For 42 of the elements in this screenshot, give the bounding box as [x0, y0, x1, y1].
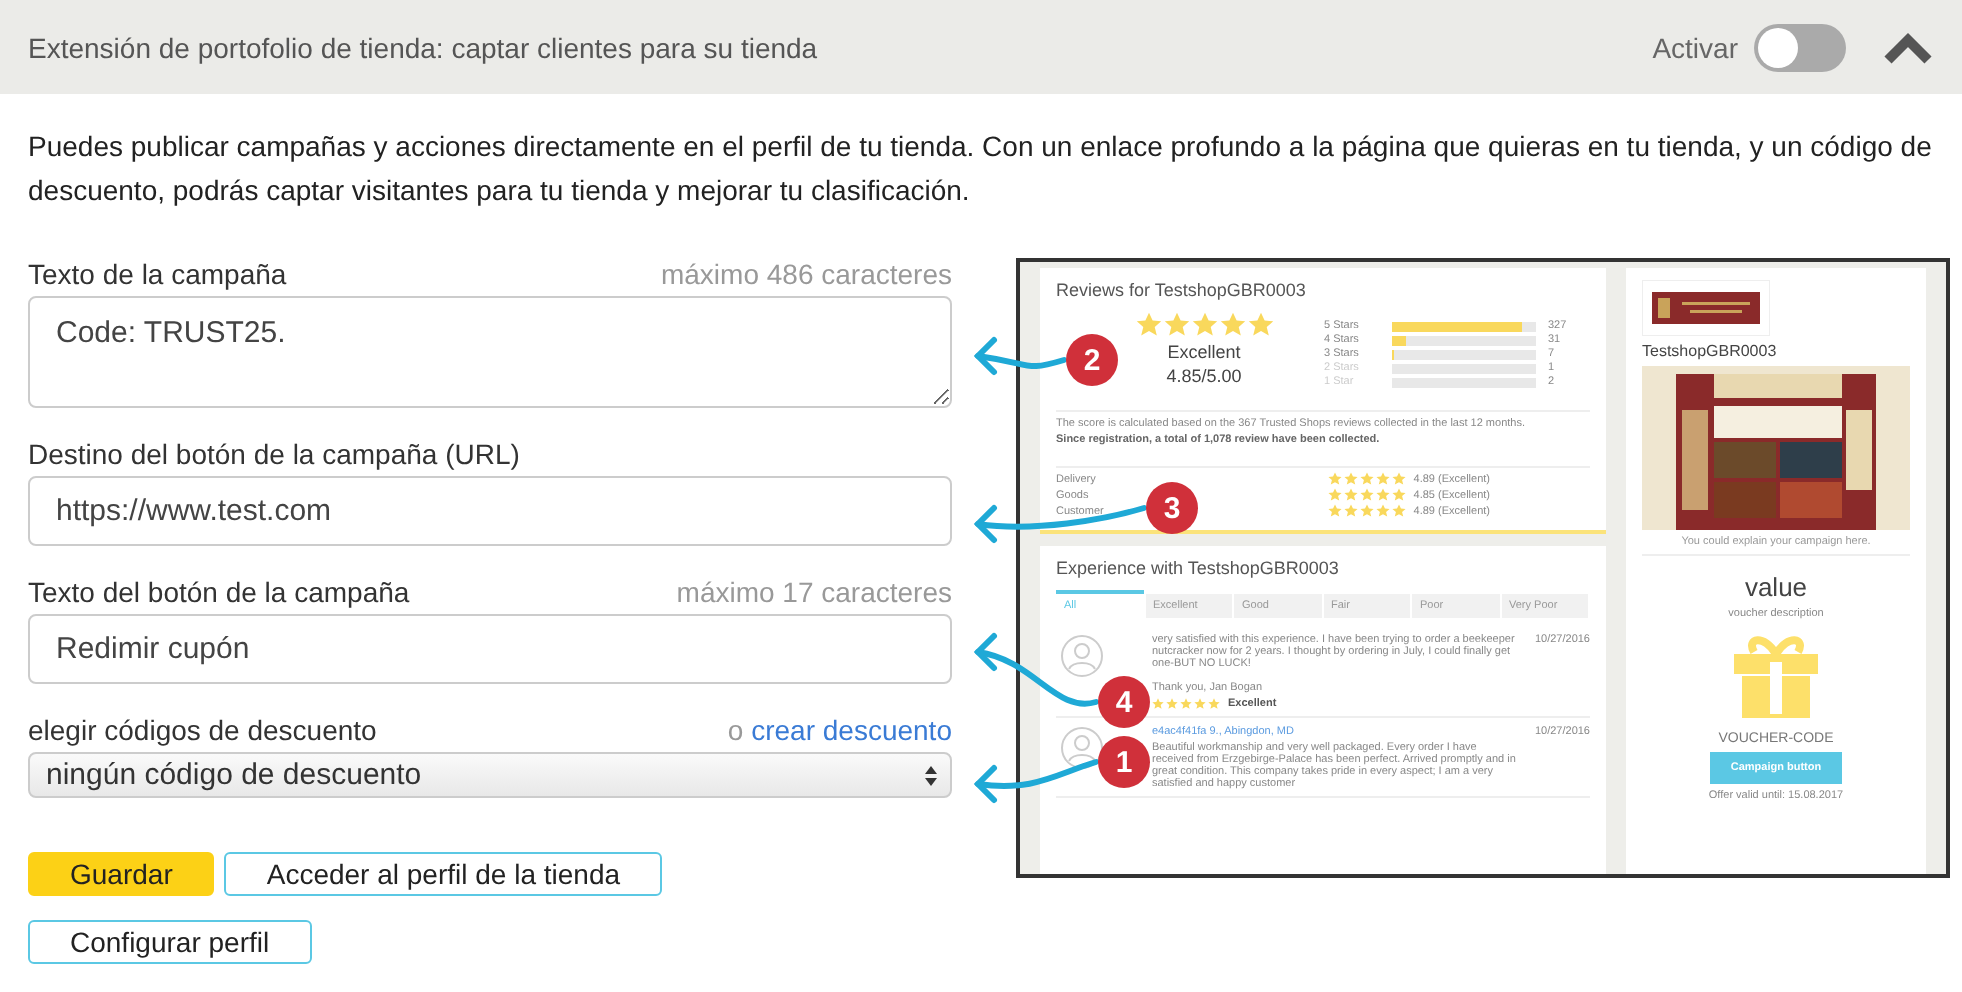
voucher-value: value [1744, 572, 1808, 603]
profile-button[interactable]: Configurar perfil [28, 920, 312, 965]
create-discount-link[interactable]: crear descuento [751, 714, 952, 747]
campaign-text-field[interactable]: Code: TRUST25. [28, 296, 952, 409]
pointer-arrow [973, 759, 1099, 804]
star-icon [1135, 312, 1161, 339]
shop-name: TestshopGBR0003 [1642, 342, 1777, 361]
rating-bar [1392, 349, 1536, 360]
rating-bar [1392, 321, 1536, 332]
gift-icon [1730, 634, 1822, 719]
reviews-title: Reviews for TestshopGBR0003 [1056, 280, 1308, 301]
pointer-arrow [973, 337, 1067, 376]
or-text: o [727, 714, 744, 747]
updown-icon [924, 763, 938, 788]
input-field[interactable]: Redimir cupón [28, 614, 952, 685]
rating-bar [1392, 335, 1536, 346]
star-icon [1163, 312, 1189, 339]
profile-button[interactable]: Acceder al perfil de la tienda [224, 852, 663, 897]
star-icon [1191, 312, 1217, 339]
activate-toggle[interactable] [1754, 23, 1846, 71]
field-label: elegir códigos de descuento [28, 714, 377, 747]
field-label: Destino del botón de la campaña (URL) [28, 438, 520, 471]
input-field[interactable]: https://www.test.com [28, 476, 952, 547]
toggle-label: Activar [1652, 31, 1738, 63]
chevron-up-icon[interactable] [1882, 31, 1934, 63]
experience-title: Experience with TestshopGBR0003 [1056, 558, 1341, 579]
section-title: Extensión de portofolio de tienda: captar clientes para su tienda [28, 31, 820, 63]
discount-select[interactable]: ningún código de descuento [28, 752, 952, 799]
star-icon [1247, 312, 1273, 339]
char-limit-hint: máximo 17 caracteres [676, 576, 952, 609]
score-text: 4.85/5.00 [1166, 366, 1242, 387]
rating-bar [1392, 363, 1536, 374]
char-limit-hint: máximo 486 caracteres [660, 258, 952, 291]
avatar-icon [1060, 726, 1104, 771]
description-text: Puedes publicar campañas y acciones directamente en el perfil de tu tienda. Con un enlace profundo a la página que quieras en tu tienda, y un código de descuento, podrás captar visitantes para tu tienda y mejorar tu clasificación. [26, 128, 1934, 210]
field-label: Texto del botón de la campaña [28, 576, 410, 609]
field-label: Texto de la campaña [28, 258, 287, 291]
rating-label: Excellent [1167, 342, 1241, 363]
pointer-arrow [973, 633, 1099, 708]
save-button[interactable]: Guardar [28, 852, 215, 897]
avatar-icon [1060, 634, 1104, 679]
star-icon [1219, 312, 1245, 339]
